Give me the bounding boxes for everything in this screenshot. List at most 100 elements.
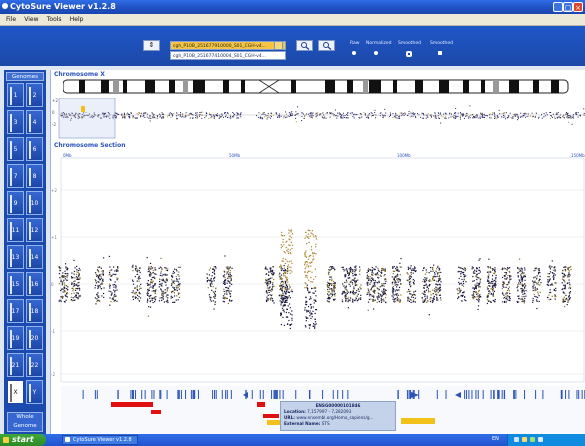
array-item-selected[interactable]: cgh_P10B_251677910000_S01_CGH-v4... — [170, 41, 286, 50]
chromosome-button-14[interactable]: 14 — [26, 245, 43, 269]
whole-genome-button[interactable]: Whole Genome — [7, 412, 43, 432]
chromosome-button-13[interactable]: 13 — [7, 245, 24, 269]
section-point — [561, 301, 564, 303]
tray-clock-icon[interactable] — [538, 437, 543, 442]
section-point — [491, 285, 494, 287]
chromosome-button-4[interactable]: 4 — [26, 110, 43, 134]
tray-volume-icon[interactable] — [522, 437, 527, 442]
section-point — [61, 297, 64, 299]
chromosome-button-11[interactable]: 11 — [7, 218, 24, 242]
maximize-button[interactable]: □ — [563, 2, 573, 12]
section-point — [139, 277, 141, 279]
chromosome-button-21[interactable]: 21 — [7, 353, 24, 377]
mode-smoothed-b-checkbox[interactable] — [438, 51, 442, 55]
system-tray — [507, 434, 585, 446]
mode-raw-radio[interactable] — [352, 51, 356, 55]
tray-network-icon[interactable] — [514, 437, 519, 442]
chromosome-button-5[interactable]: 5 — [7, 137, 24, 161]
chromosome-button-9[interactable]: 9 — [7, 191, 24, 215]
chromosome-button-15[interactable]: 15 — [7, 272, 24, 296]
tray-security-icon[interactable] — [530, 437, 535, 442]
section-point — [176, 280, 178, 282]
language-indicator[interactable]: EN — [492, 436, 499, 442]
chromosome-button-17[interactable]: 17 — [7, 299, 24, 323]
section-point — [550, 284, 552, 286]
section-point — [382, 293, 385, 296]
chromosome-button-x[interactable]: X — [7, 380, 24, 404]
overview-point — [356, 114, 358, 116]
section-point — [432, 279, 434, 282]
section-point — [427, 291, 430, 293]
chromosome-button-12[interactable]: 12 — [26, 218, 43, 242]
array-item[interactable]: cgh_P10B_251677410004_S01_CGH-v4... — [170, 51, 286, 60]
section-point — [459, 289, 461, 292]
chromosome-button-y[interactable]: Y — [26, 380, 43, 404]
section-point — [478, 295, 480, 297]
zoom-out-button[interactable] — [318, 40, 335, 51]
tooltip-url-value[interactable]: www.ensembl.org/Homo_sapiens/g... — [296, 415, 373, 420]
mode-smoothed-a-radio[interactable] — [406, 51, 412, 57]
section-point — [176, 295, 178, 297]
chromosome-button-22[interactable]: 22 — [26, 353, 43, 377]
section-point — [97, 286, 99, 288]
section-point — [290, 237, 293, 239]
close-button[interactable]: × — [573, 2, 583, 12]
overview-point — [537, 117, 539, 119]
section-point — [273, 285, 275, 287]
menu-view[interactable]: View — [24, 14, 38, 25]
mode-smoothed-b[interactable]: Smoothed — [430, 41, 453, 55]
section-point — [211, 289, 213, 291]
overview-plot[interactable]: +20-2 — [51, 98, 585, 140]
menu-file[interactable]: File — [6, 14, 16, 25]
zoom-in-button[interactable] — [296, 40, 313, 51]
overview-point — [292, 113, 294, 115]
section-point — [345, 279, 348, 281]
section-point — [305, 255, 307, 257]
chromosome-button-1[interactable]: 1 — [7, 83, 24, 107]
section-point — [476, 293, 478, 295]
start-button[interactable]: start — [0, 434, 46, 446]
section-point — [110, 291, 112, 293]
chromosome-button-18[interactable]: 18 — [26, 299, 43, 323]
chromosome-button-6[interactable]: 6 — [26, 137, 43, 161]
chromosome-button-8[interactable]: 8 — [26, 164, 43, 188]
section-point — [524, 297, 526, 299]
chromosome-ideogram[interactable] — [63, 78, 583, 98]
section-point — [537, 291, 539, 293]
section-point — [167, 287, 169, 289]
section-ytick: -1 — [51, 329, 55, 334]
taskbar-item-cytosure[interactable]: CytoSure Viewer v1.2.8 — [62, 435, 138, 445]
mode-smoothed-a[interactable]: Smoothed — [398, 41, 421, 57]
overview-point — [210, 114, 212, 116]
section-point — [173, 283, 175, 285]
chromosome-button-2[interactable]: 2 — [26, 83, 43, 107]
chromosome-button-16[interactable]: 16 — [26, 272, 43, 296]
menu-tools[interactable]: Tools — [47, 14, 62, 25]
section-plot[interactable]: +2+10-1-20Mb 50Mb 100Mb 150Mb — [51, 150, 585, 434]
section-point — [428, 280, 430, 282]
menu-help[interactable]: Help — [70, 14, 84, 25]
section-point — [75, 276, 78, 278]
chromosome-button-3[interactable]: 3 — [7, 110, 24, 134]
chromosome-button-20[interactable]: 20 — [26, 326, 43, 350]
mode-normalized-radio[interactable] — [374, 51, 378, 55]
taskbar-item-label: CytoSure Viewer v1.2.8 — [73, 437, 132, 443]
section-point — [290, 269, 292, 271]
chromosome-button-7[interactable]: 7 — [7, 164, 24, 188]
chromosome-button-10[interactable]: 10 — [26, 191, 43, 215]
overview-point — [480, 113, 482, 115]
array-select-toggle[interactable] — [274, 41, 283, 50]
mode-raw[interactable]: Raw — [350, 41, 359, 55]
overview-point — [267, 113, 269, 115]
mode-normalized[interactable]: Normalized — [366, 41, 392, 55]
chromosome-button-19[interactable]: 19 — [7, 326, 24, 350]
section-point — [286, 308, 289, 311]
section-point — [463, 276, 466, 278]
overview-point — [455, 117, 457, 119]
section-point — [385, 280, 387, 282]
section-point — [286, 272, 289, 274]
overview-point — [239, 113, 241, 115]
minimize-button[interactable]: _ — [553, 2, 563, 12]
section-point — [279, 272, 281, 274]
swap-arrays-button[interactable]: ⇕ — [143, 40, 160, 51]
